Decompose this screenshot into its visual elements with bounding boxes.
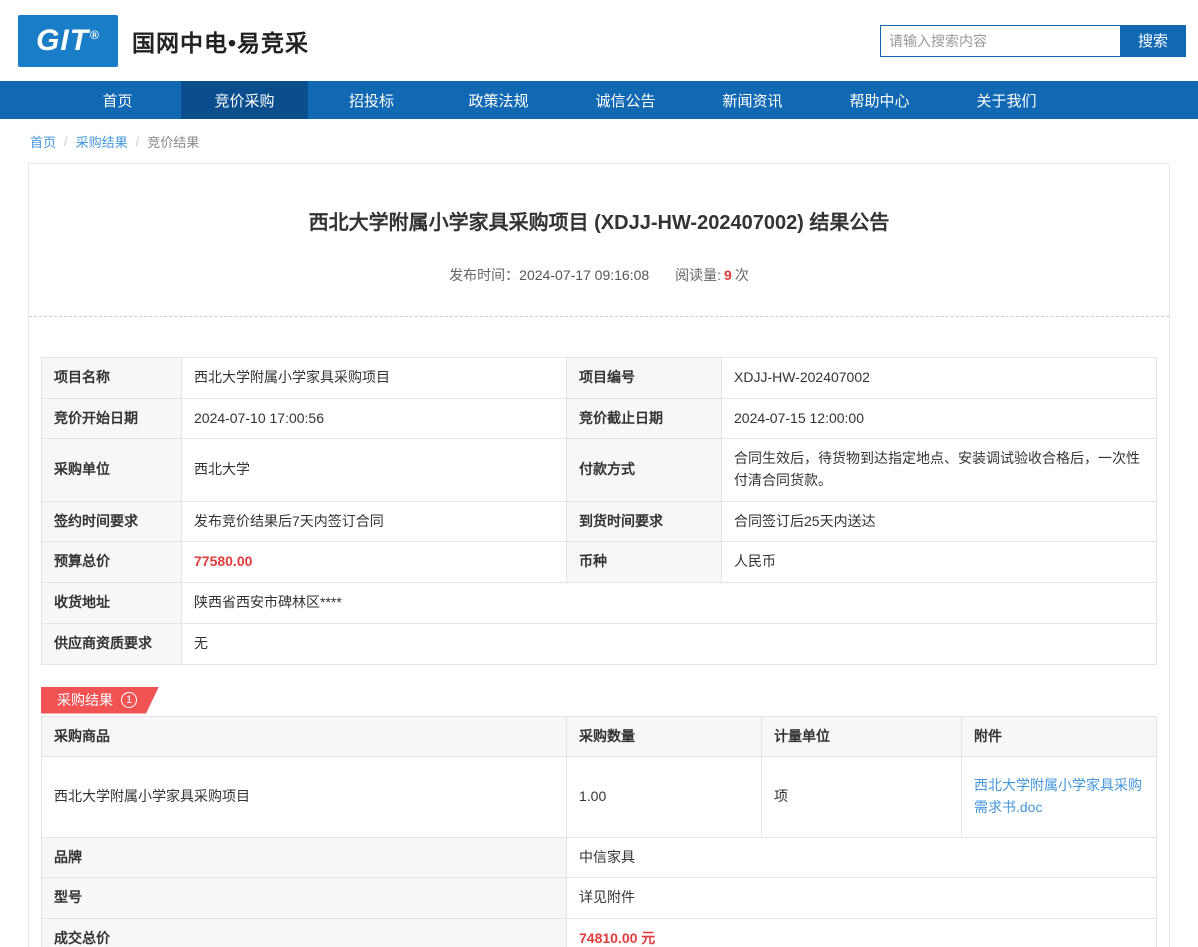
divider — [29, 316, 1169, 317]
table-row: 收货地址 陕西省西安市碑林区**** — [42, 583, 1157, 624]
nav-item-integrity-notice[interactable]: 诚信公告 — [562, 81, 689, 119]
main-nav: 首页 竞价采购 招投标 政策法规 诚信公告 新闻资讯 帮助中心 关于我们 — [0, 81, 1198, 119]
search-button[interactable]: 搜索 — [1120, 25, 1186, 57]
field-value: 合同生效后，待货物到达指定地点、安装调试验收合格后，一次性付清合同货款。 — [722, 439, 1157, 501]
views-count: 9 — [724, 267, 732, 283]
field-label: 收货地址 — [42, 583, 182, 624]
field-label: 品牌 — [42, 837, 567, 878]
nav-item-about-us[interactable]: 关于我们 — [943, 81, 1070, 119]
views-label: 阅读量: — [675, 267, 721, 283]
search-group: 搜索 — [880, 25, 1186, 57]
purchase-result-badge: 采购结果 1 — [41, 687, 159, 714]
field-value: 无 — [182, 623, 1157, 664]
search-input[interactable] — [880, 25, 1120, 57]
field-label: 供应商资质要求 — [42, 623, 182, 664]
breadcrumb: 首页 / 采购结果 / 竞价结果 — [0, 119, 1198, 163]
column-header-product: 采购商品 — [42, 716, 567, 757]
field-value: 人民币 — [722, 542, 1157, 583]
product-quantity: 1.00 — [567, 757, 762, 837]
views-unit: 次 — [735, 267, 749, 283]
table-row: 项目名称 西北大学附属小学家具采购项目 项目编号 XDJJ-HW-2024070… — [42, 358, 1157, 399]
field-value: 合同签订后25天内送达 — [722, 501, 1157, 542]
breadcrumb-current: 竞价结果 — [147, 132, 199, 151]
field-value: 陕西省西安市碑林区**** — [182, 583, 1157, 624]
publish-time-value: 2024-07-17 09:16:08 — [519, 267, 649, 283]
field-label: 成交总价 — [42, 918, 567, 947]
product-name: 西北大学附属小学家具采购项目 — [42, 757, 567, 837]
column-header-quantity: 采购数量 — [567, 716, 762, 757]
badge-count: 1 — [121, 692, 137, 708]
nav-item-policy[interactable]: 政策法规 — [435, 81, 562, 119]
logo-text: GIT® — [36, 24, 100, 58]
field-label: 项目编号 — [567, 358, 722, 399]
field-value: XDJJ-HW-202407002 — [722, 358, 1157, 399]
budget-total-value: 77580.00 — [182, 542, 567, 583]
breadcrumb-separator: / — [64, 134, 68, 149]
field-label: 采购单位 — [42, 439, 182, 501]
field-label: 项目名称 — [42, 358, 182, 399]
top-header: GIT® 国网中电•易竞采 搜索 — [0, 0, 1198, 81]
table-row: 签约时间要求 发布竞价结果后7天内签订合同 到货时间要求 合同签订后25天内送达 — [42, 501, 1157, 542]
field-value: 西北大学 — [182, 439, 567, 501]
field-value: 发布竞价结果后7天内签订合同 — [182, 501, 567, 542]
nav-item-bidding-purchase[interactable]: 竞价采购 — [181, 81, 308, 119]
table-row: 型号 详见附件 — [42, 878, 1157, 919]
attachment-link[interactable]: 西北大学附属小学家具采购需求书.doc — [974, 777, 1142, 815]
field-value: 西北大学附属小学家具采购项目 — [182, 358, 567, 399]
model-value: 详见附件 — [567, 878, 1157, 919]
field-label: 签约时间要求 — [42, 501, 182, 542]
brand-value: 中信家具 — [567, 837, 1157, 878]
field-label: 竞价截止日期 — [567, 398, 722, 439]
table-row: 成交总价 74810.00 元 — [42, 918, 1157, 947]
purchase-result-table: 采购商品 采购数量 计量单位 附件 西北大学附属小学家具采购项目 1.00 项 … — [41, 716, 1157, 947]
field-label: 竞价开始日期 — [42, 398, 182, 439]
table-row: 西北大学附属小学家具采购项目 1.00 项 西北大学附属小学家具采购需求书.do… — [42, 757, 1157, 837]
column-header-unit: 计量单位 — [762, 716, 962, 757]
table-row: 采购单位 西北大学 付款方式 合同生效后，待货物到达指定地点、安装调试验收合格后… — [42, 439, 1157, 501]
field-value: 2024-07-10 17:00:56 — [182, 398, 567, 439]
field-label: 型号 — [42, 878, 567, 919]
field-label: 预算总价 — [42, 542, 182, 583]
badge-label: 采购结果 — [57, 690, 113, 710]
field-label: 币种 — [567, 542, 722, 583]
table-header-row: 采购商品 采购数量 计量单位 附件 — [42, 716, 1157, 757]
table-row: 竞价开始日期 2024-07-10 17:00:56 竞价截止日期 2024-0… — [42, 398, 1157, 439]
breadcrumb-home[interactable]: 首页 — [30, 132, 56, 151]
product-unit: 项 — [762, 757, 962, 837]
site-logo[interactable]: GIT® — [18, 15, 118, 67]
table-row: 品牌 中信家具 — [42, 837, 1157, 878]
deal-total-price: 74810.00 元 — [567, 918, 1157, 947]
announcement-meta: 发布时间：2024-07-17 09:16:08 阅读量:9次 — [29, 265, 1169, 285]
publish-time-label: 发布时间： — [449, 267, 519, 283]
registered-mark-icon: ® — [90, 28, 100, 42]
field-value: 2024-07-15 12:00:00 — [722, 398, 1157, 439]
table-row: 预算总价 77580.00 币种 人民币 — [42, 542, 1157, 583]
nav-item-tender[interactable]: 招投标 — [308, 81, 435, 119]
breadcrumb-purchase-results[interactable]: 采购结果 — [76, 132, 128, 151]
nav-item-news[interactable]: 新闻资讯 — [689, 81, 816, 119]
table-row: 供应商资质要求 无 — [42, 623, 1157, 664]
field-label: 到货时间要求 — [567, 501, 722, 542]
nav-item-home[interactable]: 首页 — [54, 81, 181, 119]
field-label: 付款方式 — [567, 439, 722, 501]
project-info-table: 项目名称 西北大学附属小学家具采购项目 项目编号 XDJJ-HW-2024070… — [41, 357, 1157, 665]
site-title: 国网中电•易竞采 — [132, 24, 309, 58]
nav-item-help-center[interactable]: 帮助中心 — [816, 81, 943, 119]
page-title: 西北大学附属小学家具采购项目 (XDJJ-HW-202407002) 结果公告 — [29, 206, 1169, 235]
announcement-card: 西北大学附属小学家具采购项目 (XDJJ-HW-202407002) 结果公告 … — [28, 163, 1170, 947]
breadcrumb-separator: / — [136, 134, 140, 149]
column-header-attachment: 附件 — [962, 716, 1157, 757]
